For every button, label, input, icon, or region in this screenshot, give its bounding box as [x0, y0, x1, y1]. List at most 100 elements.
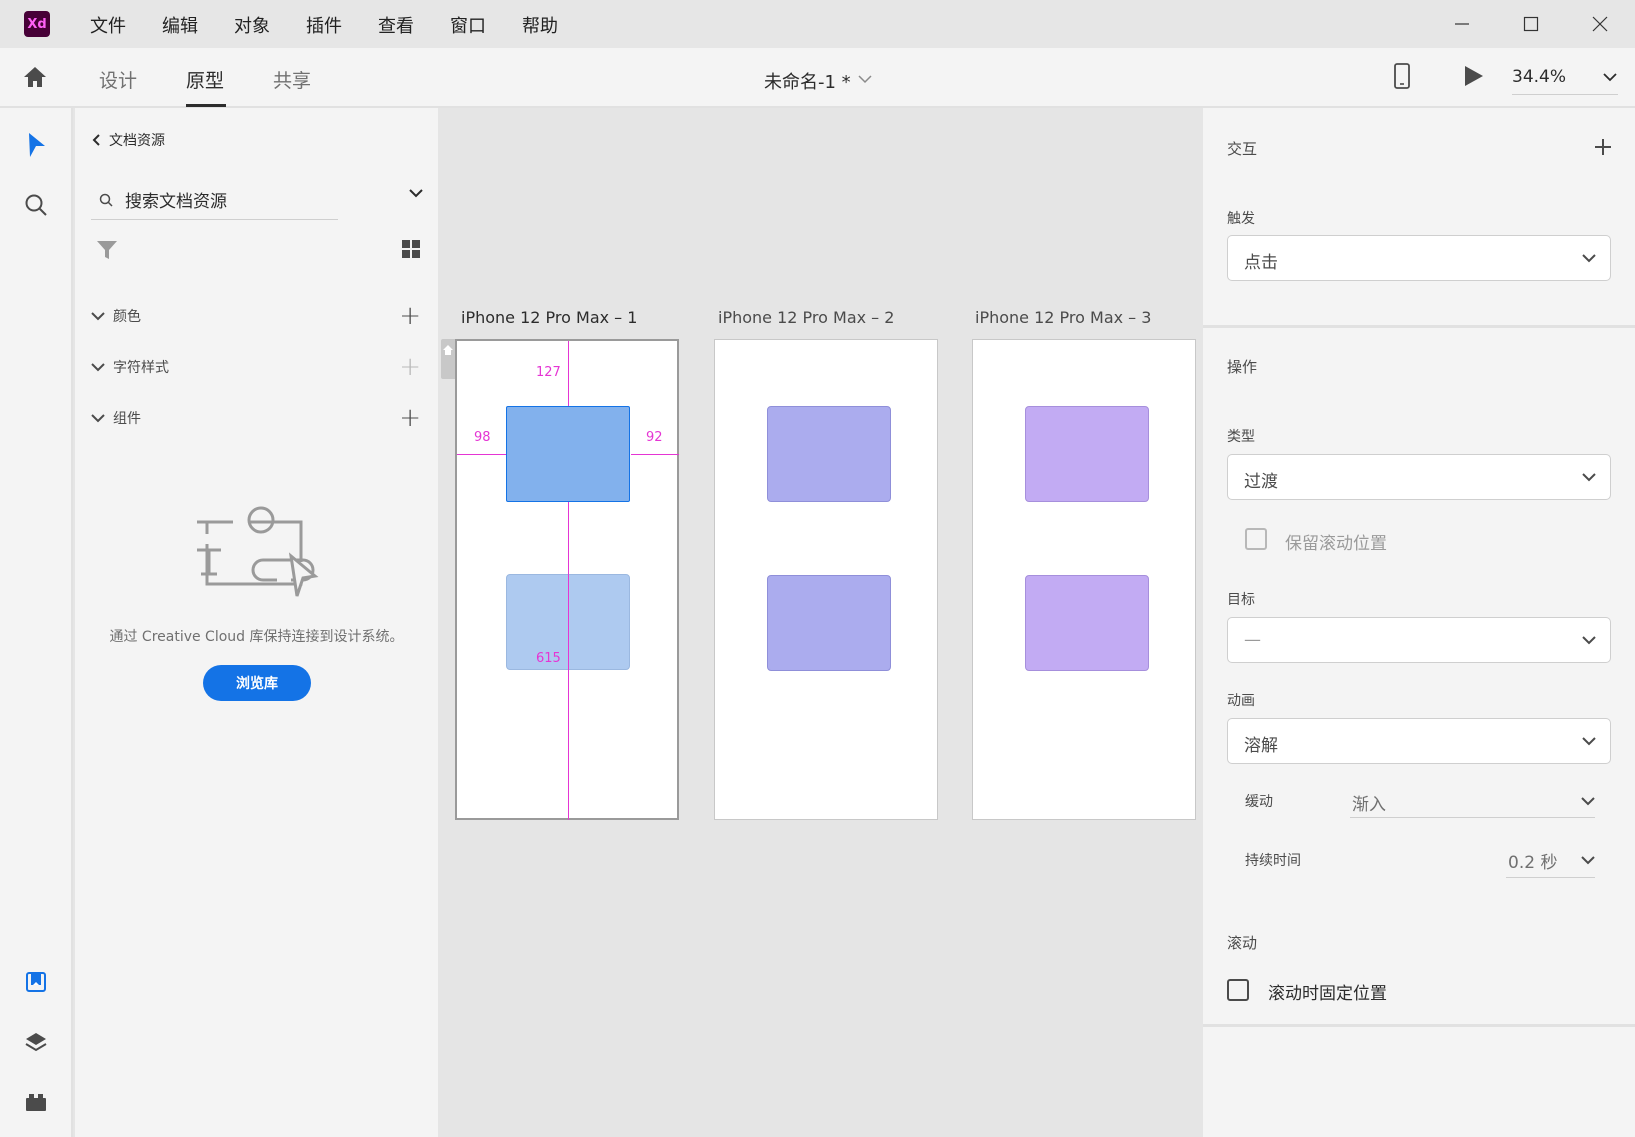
scroll-heading: 滚动 [1227, 934, 1258, 952]
design-canvas[interactable]: iPhone 12 Pro Max – 1 iPhone 12 Pro Max … [438, 108, 1203, 1137]
minimize-icon [1455, 23, 1469, 25]
maximize-button[interactable] [1511, 10, 1551, 38]
document-assets-button[interactable] [22, 968, 50, 996]
home-artboard-marker[interactable] [441, 339, 455, 379]
home-icon [24, 67, 46, 87]
search-options-chevron-down-icon[interactable] [409, 188, 423, 198]
menu-file[interactable]: 文件 [90, 12, 126, 38]
measure-bottom: 615 [536, 651, 561, 666]
artboard-3-label[interactable]: iPhone 12 Pro Max – 3 [975, 308, 1151, 327]
animation-label: 动画 [1227, 693, 1255, 709]
animation-value: 溶解 [1244, 736, 1278, 756]
preserve-scroll-label: 保留滚动位置 [1285, 534, 1387, 554]
chevron-down-icon [1582, 636, 1596, 645]
menu-plugins[interactable]: 插件 [306, 12, 342, 38]
tab-share[interactable]: 共享 [273, 66, 311, 93]
menu-object[interactable]: 对象 [234, 12, 270, 38]
search-icon [99, 193, 113, 207]
artboard-2[interactable] [714, 339, 938, 820]
rectangle-top[interactable] [767, 406, 891, 502]
layers-button[interactable] [22, 1028, 50, 1056]
grid-view-icon[interactable] [401, 239, 421, 259]
duration-value: 0.2 秒 [1508, 853, 1558, 873]
chevron-left-icon [92, 134, 100, 146]
minimize-button[interactable] [1442, 10, 1482, 38]
filter-icon[interactable] [96, 239, 118, 261]
section-colors[interactable]: 颜色 + [91, 301, 421, 331]
target-value: — [1244, 630, 1261, 650]
section-divider [1203, 1024, 1635, 1027]
tab-design[interactable]: 设计 [99, 66, 137, 93]
chevron-down-icon[interactable] [858, 74, 872, 84]
measure-right: 92 [646, 430, 663, 445]
menu-view[interactable]: 查看 [378, 12, 414, 38]
artboard-3[interactable] [972, 339, 1196, 820]
target-label: 目标 [1227, 592, 1255, 608]
artboard-2-label[interactable]: iPhone 12 Pro Max – 2 [718, 308, 894, 327]
document-title[interactable]: 未命名-1 * [764, 68, 851, 94]
chevron-down-icon [1581, 856, 1595, 865]
animation-dropdown[interactable]: 溶解 [1227, 718, 1611, 764]
chevron-down-icon [1581, 797, 1595, 806]
phone-icon [1394, 63, 1410, 89]
action-heading: 操作 [1227, 358, 1258, 376]
zoom-tool[interactable] [22, 191, 50, 219]
menu-help[interactable]: 帮助 [522, 12, 558, 38]
menu-window[interactable]: 窗口 [450, 12, 486, 38]
artboard-1[interactable]: 127 98 92 615 [455, 339, 679, 820]
preserve-scroll-checkbox[interactable] [1245, 528, 1267, 550]
add-component-icon[interactable]: + [399, 405, 421, 431]
assets-back-button[interactable]: 文档资源 [91, 130, 165, 150]
add-interaction-icon[interactable] [1594, 138, 1612, 156]
easing-dropdown[interactable]: 渐入 [1350, 780, 1595, 818]
fix-position-label: 滚动时固定位置 [1268, 984, 1387, 1004]
search-placeholder: 搜索文档资源 [125, 192, 227, 212]
assets-title: 文档资源 [109, 133, 165, 149]
add-character-style-icon: + [399, 352, 421, 382]
device-preview-button[interactable] [1393, 62, 1411, 94]
measure-top: 127 [536, 365, 561, 380]
home-button[interactable] [22, 65, 48, 93]
trigger-label: 触发 [1227, 211, 1255, 227]
section-colors-label: 颜色 [113, 309, 141, 325]
fix-position-checkbox[interactable] [1227, 979, 1249, 1001]
close-icon [1592, 16, 1608, 32]
assets-search-input[interactable]: 搜索文档资源 [91, 180, 338, 220]
assets-icon [26, 972, 46, 992]
type-dropdown[interactable]: 过渡 [1227, 454, 1611, 500]
chevron-down-icon [91, 363, 105, 372]
measure-guide-right [631, 454, 679, 455]
desktop-preview-button[interactable] [1462, 64, 1484, 92]
chevron-down-icon [1582, 254, 1596, 263]
duration-input[interactable]: 0.2 秒 [1506, 840, 1595, 878]
zoom-chevron-down-icon[interactable] [1603, 72, 1617, 82]
chevron-down-icon [1582, 473, 1596, 482]
target-dropdown[interactable]: — [1227, 617, 1611, 663]
rectangle-selected[interactable] [506, 406, 630, 502]
artboard-1-label[interactable]: iPhone 12 Pro Max – 1 [461, 308, 637, 327]
close-window-button[interactable] [1580, 10, 1620, 38]
type-value: 过渡 [1244, 472, 1278, 492]
search-icon [25, 194, 47, 216]
empty-library-message: 通过 Creative Cloud 库保持连接到设计系统。 [109, 629, 404, 645]
rectangle-top[interactable] [1025, 406, 1149, 502]
menu-edit[interactable]: 编辑 [162, 12, 198, 38]
section-components-label: 组件 [113, 411, 141, 427]
trigger-dropdown[interactable]: 点击 [1227, 235, 1611, 281]
maximize-icon [1523, 16, 1539, 32]
chevron-down-icon [91, 414, 105, 423]
section-components[interactable]: 组件 + [91, 403, 421, 433]
measure-guide-left [457, 454, 507, 455]
select-tool[interactable] [22, 131, 50, 159]
zoom-level[interactable]: 34.4% [1512, 67, 1566, 87]
section-character-styles[interactable]: 字符样式 + [91, 352, 421, 382]
plugins-button[interactable] [22, 1088, 50, 1116]
tab-prototype[interactable]: 原型 [186, 66, 224, 93]
browse-libraries-button[interactable]: 浏览库 [203, 665, 311, 701]
easing-label: 缓动 [1245, 794, 1273, 810]
select-arrow-icon [29, 133, 45, 157]
rectangle-bottom[interactable] [1025, 575, 1149, 671]
add-color-icon[interactable]: + [399, 303, 421, 329]
rectangle-bottom[interactable] [767, 575, 891, 671]
section-character-styles-label: 字符样式 [113, 360, 169, 376]
